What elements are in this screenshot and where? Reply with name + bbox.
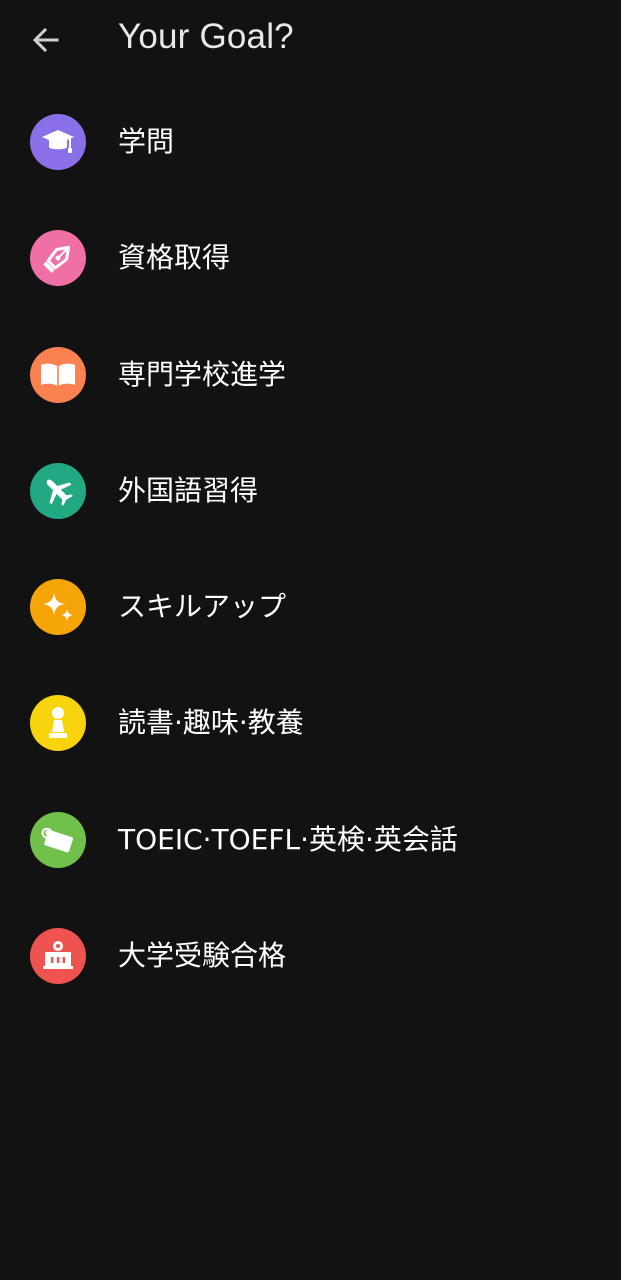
airplane-icon bbox=[46, 479, 73, 506]
pen-nib-icon bbox=[43, 246, 71, 274]
goal-icon-badge bbox=[30, 579, 86, 636]
goal-item-vocational-school[interactable]: 専門学校進学 bbox=[0, 317, 621, 433]
goal-item-english-tests[interactable]: TOEIC·TOEFL·英検·英会話 bbox=[0, 782, 621, 898]
goal-icon-badge bbox=[30, 114, 86, 170]
goal-item-academics[interactable]: 学問 bbox=[0, 84, 621, 200]
name-tag-icon bbox=[41, 827, 73, 853]
goal-icon-badge bbox=[30, 230, 86, 287]
sparkles-icon bbox=[43, 593, 73, 622]
goal-icon-badge bbox=[30, 928, 86, 985]
goal-item-skill-up[interactable]: スキルアップ bbox=[0, 549, 621, 665]
back-button[interactable] bbox=[26, 22, 66, 58]
arrow-left-icon bbox=[32, 27, 59, 53]
school-building-icon bbox=[43, 941, 73, 970]
goal-item-reading-hobby[interactable]: 読書·趣味·教養 bbox=[0, 665, 621, 781]
open-book-icon bbox=[41, 363, 75, 386]
page-title: Your Goal? bbox=[118, 17, 294, 56]
goal-icon-badge bbox=[30, 462, 86, 519]
goal-icon-badge bbox=[30, 695, 86, 752]
graduation-cap-icon bbox=[42, 130, 74, 153]
goal-label: 大学受験合格 bbox=[118, 939, 287, 973]
app-header: Your Goal? bbox=[0, 0, 621, 80]
goal-item-foreign-language[interactable]: 外国語習得 bbox=[0, 433, 621, 549]
goal-label: TOEIC·TOEFL·英検·英会話 bbox=[118, 822, 458, 856]
goal-label: 読書·趣味·教養 bbox=[118, 706, 304, 740]
goal-label: スキルアップ bbox=[118, 590, 287, 624]
goal-label: 専門学校進学 bbox=[118, 357, 287, 391]
goal-list: 学問 資格取得 専門学校進学 外国語習得 スキルアップ 読書·趣味·教養 TOE… bbox=[0, 84, 621, 1014]
goal-icon-badge bbox=[30, 811, 86, 868]
goal-item-certification[interactable]: 資格取得 bbox=[0, 200, 621, 316]
goal-item-university-exam[interactable]: 大学受験合格 bbox=[0, 898, 621, 1014]
chess-pawn-icon bbox=[49, 707, 67, 739]
goal-icon-badge bbox=[30, 346, 86, 403]
goal-label: 学問 bbox=[118, 125, 175, 158]
goal-label: 資格取得 bbox=[118, 241, 231, 275]
goal-label: 外国語習得 bbox=[118, 473, 259, 507]
